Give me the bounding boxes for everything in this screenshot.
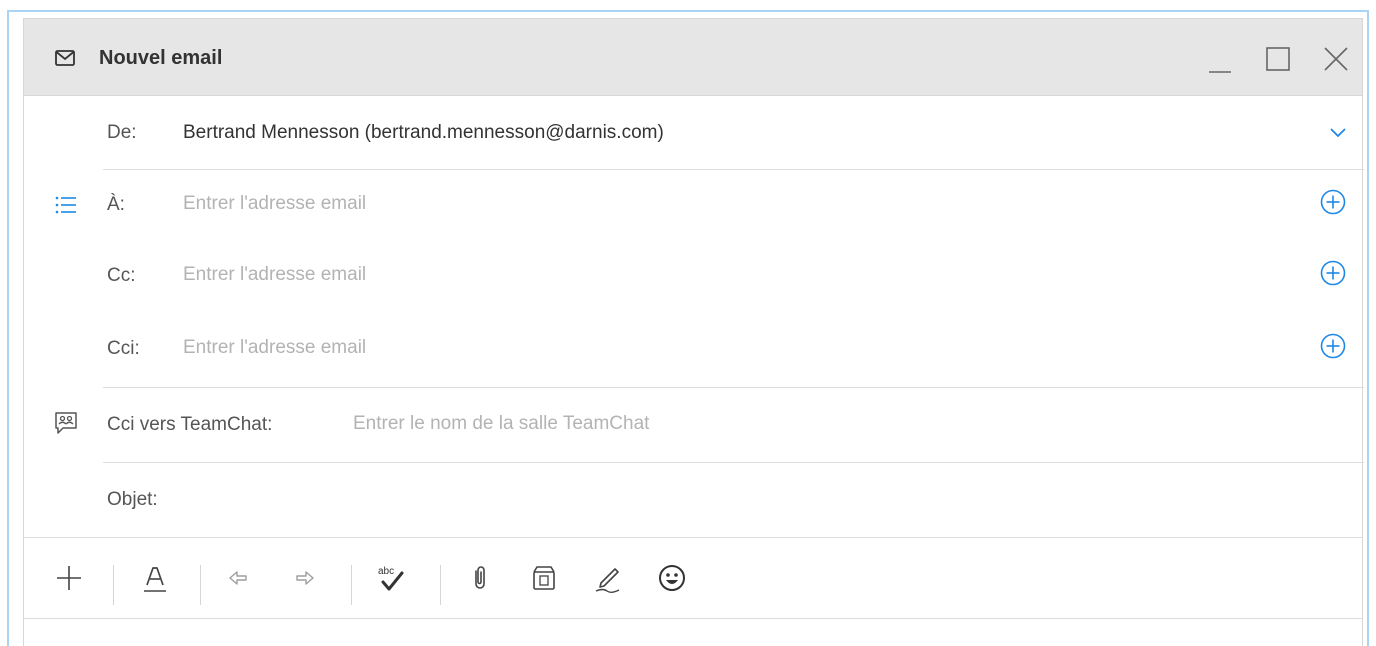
from-row: De: Bertrand Mennesson (bertrand.menness… bbox=[24, 96, 1362, 168]
toolbar-separator bbox=[440, 565, 441, 605]
bcc-input[interactable] bbox=[183, 332, 783, 364]
subject-label: Objet: bbox=[107, 489, 158, 510]
emoji-icon bbox=[659, 565, 685, 591]
insert-button[interactable] bbox=[52, 561, 86, 595]
toolbar-separator bbox=[351, 565, 352, 605]
add-recipient-icon[interactable] bbox=[1320, 189, 1346, 215]
minimize-icon bbox=[1209, 71, 1231, 73]
chevron-down-icon[interactable] bbox=[1329, 126, 1347, 138]
close-button[interactable] bbox=[1319, 42, 1353, 76]
bcc-row: Cci: bbox=[24, 314, 1362, 386]
signature-button[interactable] bbox=[591, 561, 625, 595]
insert-file-icon bbox=[533, 566, 555, 590]
maximize-icon bbox=[1266, 47, 1290, 71]
cc-input[interactable] bbox=[183, 259, 783, 291]
text-format-icon bbox=[144, 567, 166, 592]
emoji-button[interactable] bbox=[655, 561, 689, 595]
text-format-button[interactable] bbox=[138, 561, 172, 595]
spellcheck-button[interactable]: abc bbox=[373, 561, 407, 595]
mail-icon bbox=[55, 50, 75, 66]
to-input[interactable] bbox=[183, 188, 783, 220]
teamchat-icon bbox=[55, 412, 77, 434]
window-title: Nouvel email bbox=[99, 47, 223, 69]
teamchat-row: Cci vers TeamChat: bbox=[24, 388, 1362, 463]
compose-window: Nouvel email De: Bertrand Mennesson (ber… bbox=[7, 10, 1369, 646]
to-row: À: bbox=[24, 170, 1362, 242]
editor-toolbar: abc bbox=[24, 538, 1362, 618]
from-value[interactable]: Bertrand Mennesson (bertrand.mennesson@d… bbox=[183, 122, 664, 144]
subject-row: Objet: bbox=[24, 463, 1362, 538]
to-label: À: bbox=[107, 194, 125, 215]
compose-panel: Nouvel email De: Bertrand Mennesson (ber… bbox=[23, 18, 1364, 646]
teamchat-input[interactable] bbox=[353, 408, 745, 440]
bcc-label: Cci: bbox=[107, 338, 140, 359]
close-icon bbox=[1324, 47, 1348, 71]
spellcheck-icon: abc bbox=[378, 566, 404, 591]
undo-button[interactable] bbox=[221, 561, 255, 595]
redo-icon bbox=[296, 571, 314, 585]
cc-row: Cc: bbox=[24, 241, 1362, 313]
add-bcc-icon[interactable] bbox=[1320, 333, 1346, 359]
add-cc-icon[interactable] bbox=[1320, 260, 1346, 286]
attachment-icon bbox=[475, 566, 485, 589]
list-icon[interactable] bbox=[55, 195, 77, 215]
cc-label: Cc: bbox=[107, 265, 136, 286]
maximize-button[interactable] bbox=[1261, 42, 1295, 76]
redo-button[interactable] bbox=[288, 561, 322, 595]
toolbar-separator bbox=[200, 565, 201, 605]
titlebar: Nouvel email bbox=[24, 19, 1362, 96]
minimize-button[interactable] bbox=[1203, 42, 1237, 76]
spellcheck-label: abc bbox=[378, 566, 394, 577]
insert-file-button[interactable] bbox=[527, 561, 561, 595]
undo-icon bbox=[229, 571, 247, 585]
signature-icon bbox=[595, 568, 620, 593]
plus-icon bbox=[57, 566, 81, 590]
toolbar-separator bbox=[113, 565, 114, 605]
subject-input[interactable] bbox=[184, 483, 1334, 515]
teamchat-label: Cci vers TeamChat: bbox=[107, 414, 273, 435]
from-label: De: bbox=[107, 122, 137, 143]
attachment-button[interactable] bbox=[463, 561, 497, 595]
divider bbox=[24, 618, 1362, 619]
